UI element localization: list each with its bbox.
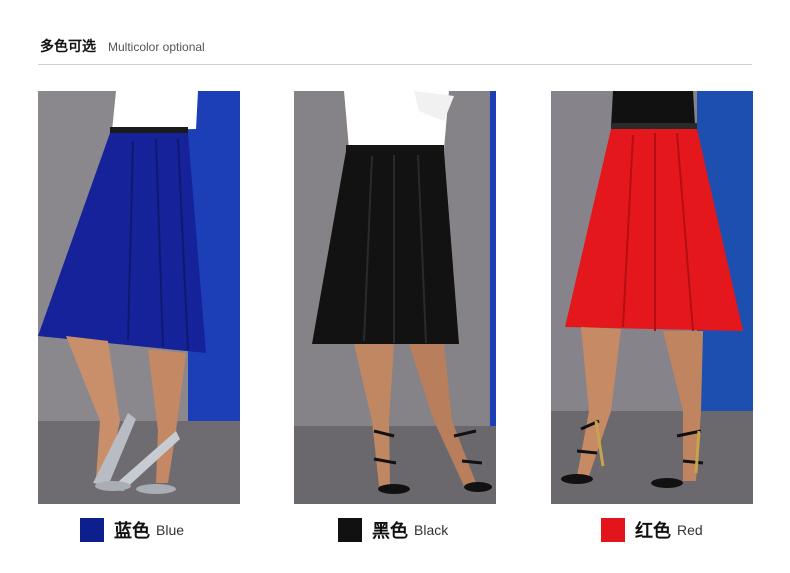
color-name-en: Blue [156, 522, 185, 538]
section-title-en: Multicolor optional [108, 40, 205, 54]
color-name-en: Red [677, 522, 703, 538]
color-name-cn: 红色 [635, 521, 671, 542]
color-name-cn: 蓝色 [114, 521, 150, 542]
header-divider [38, 64, 752, 65]
color-option-red[interactable]: 红色 Red [601, 518, 703, 542]
red-swatch[interactable] [601, 518, 625, 542]
color-name-en: Black [414, 522, 449, 538]
black-swatch[interactable] [338, 518, 362, 542]
product-photo-red[interactable] [551, 91, 753, 504]
blue-swatch[interactable] [80, 518, 104, 542]
color-name-cn: 黑色 [372, 521, 408, 542]
product-photo-blue[interactable] [38, 91, 240, 504]
section-header: 多色可选 Multicolor optional [40, 36, 205, 56]
section-title-cn: 多色可选 [40, 39, 96, 55]
color-option-blue[interactable]: 蓝色 Blue [80, 518, 184, 542]
color-option-black[interactable]: 黑色 Black [338, 518, 448, 542]
product-photo-black[interactable] [294, 91, 496, 504]
